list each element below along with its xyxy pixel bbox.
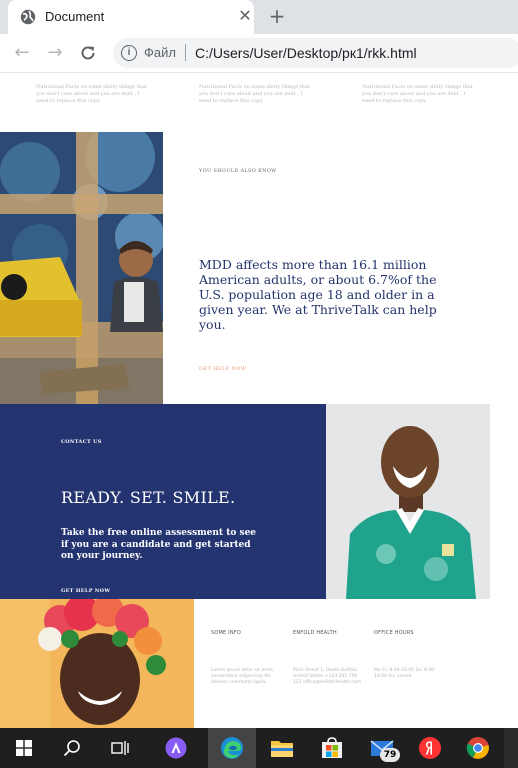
cta-get-help-link[interactable]: GET HELP NOW: [61, 588, 110, 594]
section-eyebrow: YOU SHOULD ALSO KNOW: [199, 168, 277, 174]
edge-icon: [221, 737, 243, 759]
chrome-button[interactable]: [454, 728, 502, 768]
close-tab-icon[interactable]: ✕: [236, 7, 254, 25]
chrome-icon: [466, 737, 489, 759]
footer-text-info: Lorem ipsum dolor sit amet, consectetur …: [211, 668, 275, 685]
yandex-icon: [419, 737, 441, 759]
info-icon[interactable]: i: [121, 45, 137, 61]
alice-assistant-button[interactable]: [152, 728, 200, 768]
url-text[interactable]: C:/Users/User/Desktop/рк1/rkk.html: [195, 45, 417, 61]
reload-icon[interactable]: [79, 44, 97, 62]
file-explorer-button[interactable]: [258, 728, 306, 768]
edge-browser-button[interactable]: [208, 728, 256, 768]
cta-description: Take the free online assessment to see i…: [61, 528, 257, 561]
office-photo: [0, 132, 163, 404]
smiling-man-photo: [326, 404, 490, 599]
mail-button[interactable]: 79: [358, 728, 406, 768]
forward-arrow-icon[interactable]: →: [44, 42, 66, 64]
task-view-button[interactable]: [96, 728, 144, 768]
task-view-icon: [111, 741, 129, 755]
address-separator: [185, 44, 186, 61]
contact-us-link[interactable]: CONTACT US: [61, 439, 102, 445]
folder-icon: [271, 741, 293, 757]
yandex-browser-button[interactable]: [406, 728, 454, 768]
taskbar-overflow[interactable]: [504, 728, 518, 768]
tab-title: Document: [45, 9, 105, 24]
alice-icon: [165, 737, 187, 759]
get-help-link[interactable]: GET HELP NOW: [199, 366, 246, 372]
ghost-text-2: Nutritional Facts on some shitty things …: [199, 84, 310, 104]
protocol-label: Файл: [144, 45, 176, 60]
start-button[interactable]: [0, 728, 48, 768]
footer-heading-health: ENFOLD HEALTH: [293, 630, 337, 636]
cta-headline: READY. SET. SMILE.: [61, 488, 236, 507]
store-icon: [322, 737, 342, 758]
search-icon: [63, 740, 80, 757]
mail-badge: 79: [380, 748, 400, 762]
search-button[interactable]: [48, 728, 96, 768]
ghost-text-3: Nutritional Facts on some shitty things …: [362, 84, 473, 104]
ghost-text-1: Nutritional Facts on some shitty things …: [36, 84, 147, 104]
footer-heading-hours: OFFICE HOURS: [374, 630, 414, 636]
woman-with-flowers-photo: [0, 599, 194, 728]
windows-logo-icon: [16, 740, 32, 756]
browser-tab[interactable]: Document ✕: [8, 0, 254, 34]
footer-text-health: Main Street 1, Death Buffalo, United Sta…: [293, 668, 361, 685]
new-tab-button[interactable]: +: [266, 4, 288, 28]
back-arrow-icon[interactable]: ←: [11, 42, 33, 64]
globe-icon: [20, 9, 36, 25]
microsoft-store-button[interactable]: [308, 728, 356, 768]
footer-heading-info: SOME INFO: [211, 630, 241, 636]
footer-text-hours: Mo-Fr: 8:00-19:00 Sa: 8:00-14:00 Su: clo…: [374, 668, 436, 679]
mdd-statistic-text: MDD affects more than 16.1 million Ameri…: [199, 257, 437, 332]
